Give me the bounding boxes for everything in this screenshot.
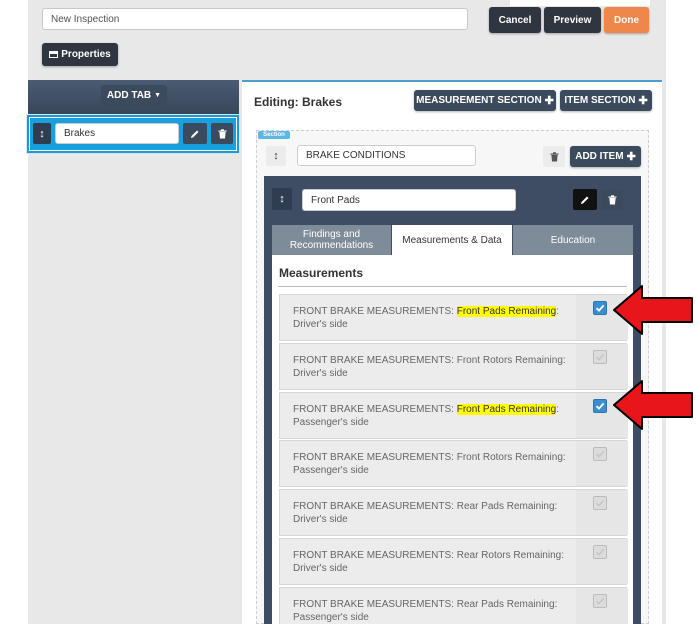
properties-icon bbox=[49, 51, 59, 58]
done-label: Done bbox=[614, 14, 639, 26]
tab-findings-label: Findings and Recommendations bbox=[289, 229, 374, 251]
plus-icon: ✚ bbox=[626, 151, 636, 163]
section-drag-handle-icon[interactable]: ↕ bbox=[266, 146, 286, 166]
measurement-label: FRONT BRAKE MEASUREMENTS: Front Rotors R… bbox=[293, 354, 573, 380]
measurement-side: Driver's side bbox=[293, 319, 348, 330]
measurement-suffix: : bbox=[556, 404, 560, 415]
cancel-label: Cancel bbox=[498, 14, 532, 26]
trash-icon[interactable] bbox=[211, 123, 233, 144]
caret-down-icon: ▼ bbox=[154, 92, 162, 99]
tab-measurements-label: Measurements & Data bbox=[402, 234, 502, 246]
properties-button[interactable]: Properties bbox=[42, 43, 118, 66]
add-tab-button[interactable]: ADD TAB ▼ bbox=[101, 85, 167, 106]
tab-education[interactable]: Education bbox=[513, 225, 633, 255]
item-edit-pencil-icon[interactable] bbox=[573, 189, 597, 210]
checkbox-checked[interactable] bbox=[593, 399, 607, 413]
preview-button[interactable]: Preview bbox=[544, 7, 601, 33]
measurement-row: FRONT BRAKE MEASUREMENTS: Rear Pads Rema… bbox=[279, 587, 628, 624]
measurement-prefix: FRONT BRAKE MEASUREMENTS: Front Rotors R… bbox=[293, 355, 566, 366]
checkbox-unchecked[interactable] bbox=[593, 447, 607, 461]
measurement-row: FRONT BRAKE MEASUREMENTS: Rear Pads Rema… bbox=[279, 489, 628, 536]
measurement-row: FRONT BRAKE MEASUREMENTS: Front Rotors R… bbox=[279, 440, 628, 487]
measurement-label: FRONT BRAKE MEASUREMENTS: Front Rotors R… bbox=[293, 451, 573, 477]
measurement-label: FRONT BRAKE MEASUREMENTS: Front Pads Rem… bbox=[293, 403, 573, 429]
measurement-side: Driver's side bbox=[293, 368, 348, 379]
plus-icon: ✚ bbox=[544, 95, 554, 107]
plus-icon: ✚ bbox=[638, 95, 648, 107]
tab-education-label: Education bbox=[550, 234, 596, 246]
section-name-input[interactable] bbox=[297, 145, 476, 166]
checkbox-unchecked[interactable] bbox=[593, 594, 607, 608]
section-trash-icon[interactable] bbox=[543, 146, 565, 167]
checkbox-unchecked[interactable] bbox=[593, 545, 607, 559]
measurement-highlight: Front Pads Remaining bbox=[456, 404, 557, 415]
divider bbox=[278, 286, 627, 287]
red-arrow-icon bbox=[613, 285, 693, 335]
measurement-row: FRONT BRAKE MEASUREMENTS: Front Pads Rem… bbox=[279, 294, 628, 341]
measurement-row: FRONT BRAKE MEASUREMENTS: Rear Rotors Re… bbox=[279, 538, 628, 585]
measurement-highlight: Front Pads Remaining bbox=[456, 306, 557, 317]
measurement-label: FRONT BRAKE MEASUREMENTS: Rear Pads Rema… bbox=[293, 598, 573, 624]
preview-label: Preview bbox=[553, 14, 592, 26]
measurement-prefix: FRONT BRAKE MEASUREMENTS: Rear Pads Rema… bbox=[293, 501, 558, 512]
measurement-prefix: FRONT BRAKE MEASUREMENTS: Front Rotors R… bbox=[293, 452, 566, 463]
drag-handle-icon[interactable]: ↕ bbox=[33, 123, 51, 144]
measurement-prefix: FRONT BRAKE MEASUREMENTS: bbox=[293, 306, 457, 317]
done-button[interactable]: Done bbox=[604, 7, 649, 33]
measurement-label: FRONT BRAKE MEASUREMENTS: Rear Rotors Re… bbox=[293, 549, 573, 575]
tab-name-input[interactable] bbox=[55, 123, 179, 144]
tab-measurements[interactable]: Measurements & Data bbox=[392, 225, 512, 255]
measurement-side: Driver's side bbox=[293, 563, 348, 574]
add-item-label: ADD ITEM bbox=[575, 151, 624, 162]
checkbox-unchecked[interactable] bbox=[593, 496, 607, 510]
measurement-suffix: : bbox=[556, 306, 560, 317]
properties-label: Properties bbox=[61, 49, 111, 60]
top-overlay bbox=[510, 0, 650, 6]
measurement-label: FRONT BRAKE MEASUREMENTS: Front Pads Rem… bbox=[293, 305, 573, 331]
measurement-row: FRONT BRAKE MEASUREMENTS: Front Pads Rem… bbox=[279, 392, 628, 439]
measurement-prefix: FRONT BRAKE MEASUREMENTS: bbox=[293, 404, 457, 415]
measurements-heading: Measurements bbox=[279, 266, 364, 280]
measurement-section-label: MEASUREMENT SECTION bbox=[416, 95, 542, 106]
measurement-row: FRONT BRAKE MEASUREMENTS: Front Rotors R… bbox=[279, 343, 628, 390]
measurement-side: Passenger's side bbox=[293, 612, 369, 623]
measurement-side: Passenger's side bbox=[293, 465, 369, 476]
item-drag-handle-icon[interactable]: ↕ bbox=[272, 188, 292, 210]
item-name-input[interactable] bbox=[302, 189, 516, 211]
item-section-button[interactable]: ITEM SECTION ✚ bbox=[560, 90, 652, 111]
edit-pencil-icon[interactable] bbox=[183, 123, 207, 144]
measurement-label: FRONT BRAKE MEASUREMENTS: Rear Pads Rema… bbox=[293, 500, 573, 526]
measurement-prefix: FRONT BRAKE MEASUREMENTS: Rear Pads Rema… bbox=[293, 599, 558, 610]
red-arrow-icon bbox=[613, 380, 693, 430]
section-tag: Section bbox=[258, 131, 290, 139]
checkbox-checked[interactable] bbox=[593, 301, 607, 315]
measurement-prefix: FRONT BRAKE MEASUREMENTS: Rear Rotors Re… bbox=[293, 550, 564, 561]
measurement-side: Passenger's side bbox=[293, 417, 369, 428]
tab-findings[interactable]: Findings and Recommendations bbox=[272, 225, 391, 255]
item-trash-icon[interactable] bbox=[601, 189, 623, 210]
checkbox-unchecked[interactable] bbox=[593, 350, 607, 364]
add-tab-label: ADD TAB bbox=[106, 90, 152, 101]
measurement-side: Driver's side bbox=[293, 514, 348, 525]
measurement-section-button[interactable]: MEASUREMENT SECTION ✚ bbox=[414, 90, 556, 111]
cancel-button[interactable]: Cancel bbox=[489, 7, 541, 33]
inspection-name-input[interactable] bbox=[42, 8, 468, 30]
editor-title: Editing: Brakes bbox=[254, 95, 343, 109]
item-section-label: ITEM SECTION bbox=[564, 95, 636, 106]
add-item-button[interactable]: ADD ITEM ✚ bbox=[570, 146, 641, 167]
